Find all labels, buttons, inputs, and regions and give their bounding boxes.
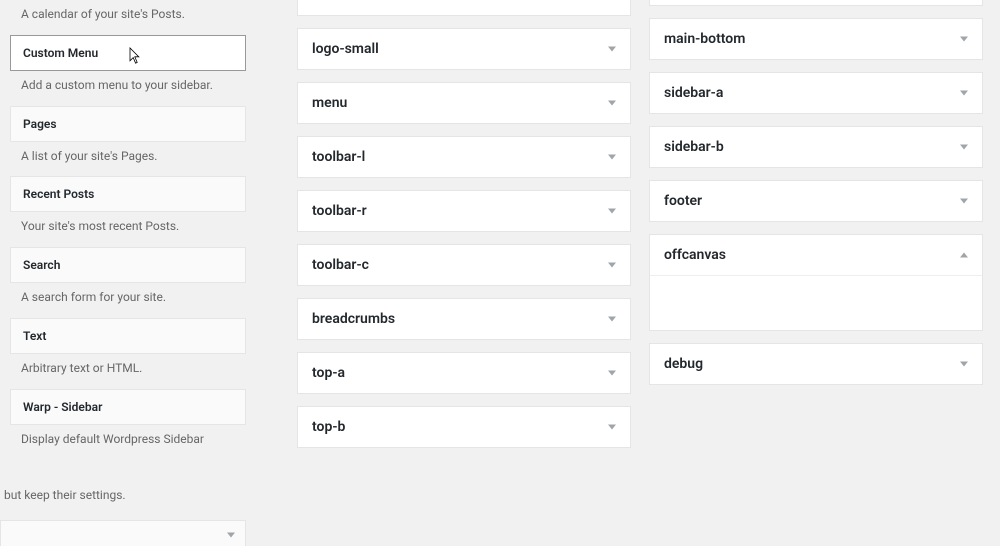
chevron-down-icon (227, 532, 235, 537)
area-title: debug (664, 356, 703, 372)
area-toolbar-c[interactable]: toolbar-c (297, 244, 631, 286)
chevron-up-icon (960, 253, 968, 258)
chevron-down-icon (608, 155, 616, 160)
area-main-bottom[interactable]: main-bottom (649, 18, 983, 60)
area-main-top[interactable]: main-top (649, 0, 983, 6)
inactive-widget-slot[interactable] (0, 520, 246, 546)
chevron-down-icon (960, 145, 968, 150)
widget-title: Search (11, 248, 245, 282)
area-title: menu (312, 95, 347, 111)
area-breadcrumbs[interactable]: breadcrumbs (297, 298, 631, 340)
widget-desc: Display default Wordpress Sidebar (21, 431, 256, 448)
widget-desc: Add a custom menu to your sidebar. (21, 77, 256, 94)
chevron-down-icon (608, 317, 616, 322)
widget-title: Custom Menu (11, 36, 245, 70)
widget-desc: Arbitrary text or HTML. (21, 360, 256, 377)
widget-desc: Your site's most recent Posts. (21, 218, 256, 235)
widget-areas-column-1: text logo-small menu toolbar-l toolbar-r… (297, 0, 631, 460)
area-title: sidebar-a (664, 85, 723, 101)
area-top-b[interactable]: top-b (297, 406, 631, 448)
chevron-down-icon (608, 209, 616, 214)
widget-title: Pages (11, 107, 245, 141)
widget-desc: A search form for your site. (21, 289, 256, 306)
chevron-down-icon (608, 47, 616, 52)
area-title: offcanvas (664, 247, 726, 263)
area-title: main-bottom (664, 31, 745, 47)
widget-title: Recent Posts (11, 177, 245, 211)
available-widgets-column: A calendar of your site's Posts. Custom … (0, 0, 256, 546)
area-footer[interactable]: footer (649, 180, 983, 222)
area-title: toolbar-c (312, 257, 369, 273)
area-title: breadcrumbs (312, 311, 395, 327)
area-toolbar-l[interactable]: toolbar-l (297, 136, 631, 178)
area-text[interactable]: text (297, 0, 631, 16)
chevron-down-icon (608, 425, 616, 430)
widget-recent-posts[interactable]: Recent Posts (10, 176, 246, 212)
widget-title: Warp - Sidebar (11, 390, 245, 424)
area-sidebar-b[interactable]: sidebar-b (649, 126, 983, 168)
area-menu[interactable]: menu (297, 82, 631, 124)
area-top-a[interactable]: top-a (297, 352, 631, 394)
area-logo-small[interactable]: logo-small (297, 28, 631, 70)
area-debug[interactable]: debug (649, 343, 983, 385)
chevron-down-icon (960, 37, 968, 42)
chevron-down-icon (960, 362, 968, 367)
area-title: footer (664, 193, 702, 209)
widget-warp-sidebar[interactable]: Warp - Sidebar (10, 389, 246, 425)
chevron-down-icon (608, 101, 616, 106)
area-toolbar-r[interactable]: toolbar-r (297, 190, 631, 232)
inactive-widgets-note: but keep their settings. (4, 488, 256, 502)
chevron-down-icon (608, 263, 616, 268)
widget-pages[interactable]: Pages (10, 106, 246, 142)
area-title: text (312, 0, 336, 3)
widget-areas-column-2: main-top main-bottom sidebar-a sidebar-b… (649, 0, 983, 397)
widget-desc: A list of your site's Pages. (21, 148, 256, 165)
chevron-down-icon (960, 91, 968, 96)
area-title: logo-small (312, 41, 379, 57)
area-dropzone[interactable] (650, 275, 982, 330)
widget-custom-menu[interactable]: Custom Menu (10, 35, 246, 71)
area-title: toolbar-r (312, 203, 367, 219)
widget-desc: A calendar of your site's Posts. (21, 6, 256, 23)
widget-title: Text (11, 319, 245, 353)
widget-search[interactable]: Search (10, 247, 246, 283)
widget-text[interactable]: Text (10, 318, 246, 354)
chevron-down-icon (608, 371, 616, 376)
area-offcanvas[interactable]: offcanvas (649, 234, 983, 331)
chevron-down-icon (960, 199, 968, 204)
area-title: toolbar-l (312, 149, 365, 165)
area-title: top-b (312, 419, 345, 435)
area-title: top-a (312, 365, 345, 381)
area-sidebar-a[interactable]: sidebar-a (649, 72, 983, 114)
area-title: sidebar-b (664, 139, 724, 155)
